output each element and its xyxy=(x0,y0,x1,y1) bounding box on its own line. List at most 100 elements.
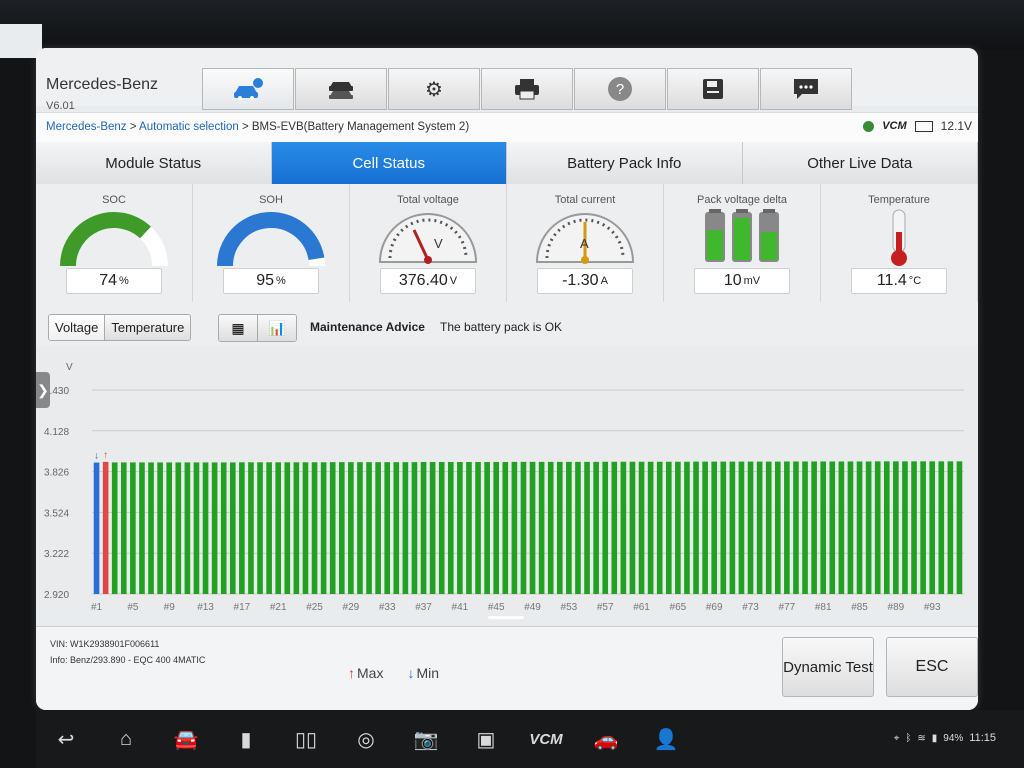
system-tray: ⌖ ᛒ ≋ ▮ 94% 11:15 xyxy=(894,732,996,744)
vehicle-swap-icon xyxy=(329,82,353,99)
chart-svg: 2.9203.2223.5243.8264.1284.430V↓ ↑#1 #5 #9 #… xyxy=(44,362,964,613)
chevron-right-icon: ❯ xyxy=(37,381,49,398)
battery-cells-icon xyxy=(705,209,779,262)
tab-other-live-data[interactable]: Other Live Data xyxy=(742,142,978,184)
vehicle-menu-icon[interactable]: 🚘 xyxy=(156,727,216,752)
soh-label: SOH xyxy=(259,194,283,206)
cell-bar xyxy=(402,462,409,594)
remote-expert-icon[interactable]: 👤 xyxy=(636,727,696,752)
cell-bar xyxy=(729,461,736,594)
cell-bar xyxy=(747,461,754,594)
maintenance-advice-label: Maintenance Advice xyxy=(310,320,425,334)
total-current-label: Total current xyxy=(554,194,616,206)
tab-battery-pack-info[interactable]: Battery Pack Info xyxy=(507,142,743,184)
soc-arc-fill xyxy=(60,212,151,267)
soh-gauge: SOH 95% xyxy=(193,184,350,302)
cell-bar xyxy=(202,462,209,594)
grid-view-button[interactable]: ▦ xyxy=(219,315,257,341)
tab-cell-status[interactable]: Cell Status xyxy=(271,142,507,184)
cell-bar xyxy=(793,461,799,594)
connection-status: VCM 12.1V xyxy=(863,119,972,133)
legend-max: ↑ Max xyxy=(348,665,383,681)
drag-handle[interactable] xyxy=(488,616,524,619)
help-button[interactable]: ? xyxy=(574,68,666,110)
cell-bar xyxy=(802,461,808,594)
cell-bar xyxy=(447,462,454,594)
cell-bar xyxy=(438,462,445,594)
legend-min: ↓ Min xyxy=(407,665,439,681)
expand-panel-handle[interactable]: ❯ xyxy=(36,372,50,408)
cell-bar xyxy=(929,461,936,594)
dynamic-test-button[interactable]: Dynamic Test xyxy=(782,637,874,697)
x-tick-label: #69 xyxy=(706,602,723,613)
metric-toggle: Voltage Temperature xyxy=(48,314,192,341)
soh-unit: % xyxy=(276,275,286,287)
back-icon[interactable]: ↩ xyxy=(36,727,96,752)
home-icon[interactable]: ⌂ xyxy=(96,728,156,751)
browser-icon[interactable]: ◎ xyxy=(336,727,396,752)
voltage-toggle-button[interactable]: Voltage xyxy=(49,315,105,340)
settings-button[interactable]: ⚙ xyxy=(388,68,480,110)
car-icon[interactable]: 🚗 xyxy=(576,727,636,752)
screenshot-icon[interactable]: ▣ xyxy=(456,727,516,752)
breadcrumb-link-make[interactable]: Mercedes-Benz xyxy=(46,121,127,133)
battery-percent: 94% xyxy=(943,732,964,744)
cell-bar xyxy=(902,461,908,594)
print-button[interactable] xyxy=(481,68,573,110)
cell-bar xyxy=(611,461,618,594)
y-axis-label: V xyxy=(66,362,73,373)
cell-bar xyxy=(348,462,354,594)
car-battery-icon xyxy=(914,120,933,132)
bar-view-button[interactable]: 📊 xyxy=(257,315,296,341)
breadcrumb-link-selection[interactable]: Automatic selection xyxy=(139,121,239,133)
vehicle-home-button[interactable] xyxy=(202,68,294,110)
cell-bar xyxy=(774,461,781,594)
arrow-down-icon: ↓ xyxy=(407,665,415,681)
cell-bar xyxy=(139,462,145,594)
cell-bar xyxy=(811,461,817,594)
x-tick-label: #57 xyxy=(597,602,614,613)
split-screen-icon[interactable]: ▯▯ xyxy=(276,727,336,752)
x-tick-label: #33 xyxy=(379,602,396,613)
battery-voltage: 12.1V xyxy=(940,119,972,133)
x-tick-label: #37 xyxy=(415,602,432,613)
y-tick-label: 4.128 xyxy=(44,427,69,438)
temperature-gauge: Temperature 11.4 °C xyxy=(821,184,978,302)
camera-icon[interactable]: 📷 xyxy=(396,727,456,752)
cell-bar xyxy=(556,461,563,594)
legend-max-label: Max xyxy=(357,665,384,681)
esc-button[interactable]: ESC xyxy=(886,637,978,697)
gauge-panel: SOC 74% SOH 95% Total voltage V 376.40 V… xyxy=(36,184,978,303)
x-tick-label: #1 xyxy=(91,602,103,613)
total-voltage-value: 376.40 xyxy=(398,272,448,289)
tab-module-status[interactable]: Module Status xyxy=(36,142,272,184)
battery-icon: ▮ xyxy=(931,732,938,744)
cell-bar xyxy=(266,462,272,594)
soc-value-box: 74% xyxy=(66,268,162,294)
x-tick-label: #9 xyxy=(164,602,176,613)
soc-label: SOC xyxy=(102,194,126,206)
breadcrumb-current: BMS-EVB(Battery Management System 2) xyxy=(251,121,470,133)
bar-chart-icon: 📊 xyxy=(268,319,286,336)
save-icon xyxy=(703,79,723,99)
feedback-button[interactable] xyxy=(760,68,852,110)
vcm-status: VCM xyxy=(882,120,907,132)
cell-bar xyxy=(311,462,318,594)
recent-apps-icon[interactable]: ▮ xyxy=(216,727,276,752)
cell-bar xyxy=(493,462,500,594)
vcm-icon[interactable]: VCM xyxy=(516,731,576,748)
cell-bar xyxy=(547,461,554,594)
device-bezel xyxy=(0,0,1024,50)
breadcrumb-separator: > xyxy=(238,121,252,133)
cell-bar xyxy=(684,461,690,594)
cell-bar xyxy=(284,462,291,594)
temperature-toggle-button[interactable]: Temperature xyxy=(104,315,191,340)
save-button[interactable] xyxy=(667,68,759,110)
brand-title: Mercedes-Benz xyxy=(46,76,159,93)
vehicle-swap-button[interactable] xyxy=(295,68,387,110)
soc-gauge: SOC 74% xyxy=(36,184,193,302)
x-tick-label: #13 xyxy=(197,602,214,613)
cell-bar xyxy=(593,461,599,594)
y-tick-label: 2.920 xyxy=(44,590,69,601)
vin-text: VIN: W1K2938901F006611 xyxy=(50,639,160,649)
